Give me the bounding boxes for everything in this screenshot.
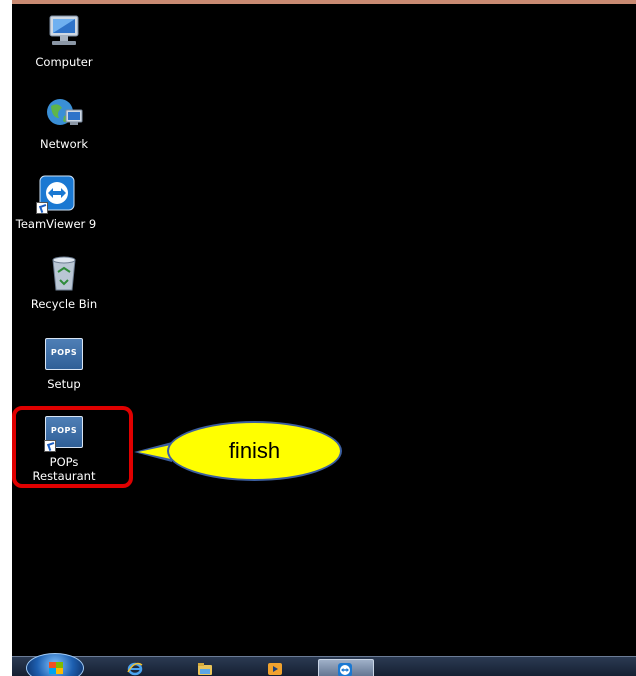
internet-explorer-button[interactable] [122,659,148,676]
media-player-button[interactable] [262,659,288,676]
desktop-icon-label: Setup [47,377,81,391]
desktop-icon-network[interactable]: Network [12,94,116,151]
recycle-bin-icon [42,254,86,294]
desktop-icon-label: Network [39,137,89,151]
windows-logo-icon [49,662,63,674]
desktop-icon-label: Computer [35,55,93,69]
pops-setup-icon: POPS [42,334,86,374]
taskbar [12,653,636,676]
desktop-icon-label: TeamViewer 9 [15,217,97,231]
callout-text: finish [228,438,281,463]
desktop-icon-computer[interactable]: Computer [12,12,116,69]
windows-explorer-button[interactable] [192,659,218,676]
folder-icon [198,663,212,675]
start-button[interactable] [26,653,84,676]
shortcut-arrow-icon [36,202,48,214]
internet-explorer-icon [127,662,143,676]
desktop: Computer Network TeamViewer 9 Recycle Bi… [12,4,636,676]
callout-bubble: finish [167,421,342,481]
media-player-icon [268,663,282,675]
highlight-box [12,406,133,488]
desktop-icon-teamviewer[interactable]: TeamViewer 9 [12,174,108,231]
desktop-icon-setup[interactable]: POPS Setup [12,334,116,391]
computer-icon [42,12,86,52]
network-globe-icon [42,94,86,134]
teamviewer-taskbar-button[interactable] [318,659,374,676]
pops-badge-text: POPS [50,348,78,357]
desktop-icon-recycle-bin[interactable]: Recycle Bin [12,254,116,311]
teamviewer-icon [338,663,352,676]
desktop-icon-label: Recycle Bin [30,297,98,311]
teamviewer-icon [34,174,78,214]
callout-pointer-fill [138,445,171,459]
